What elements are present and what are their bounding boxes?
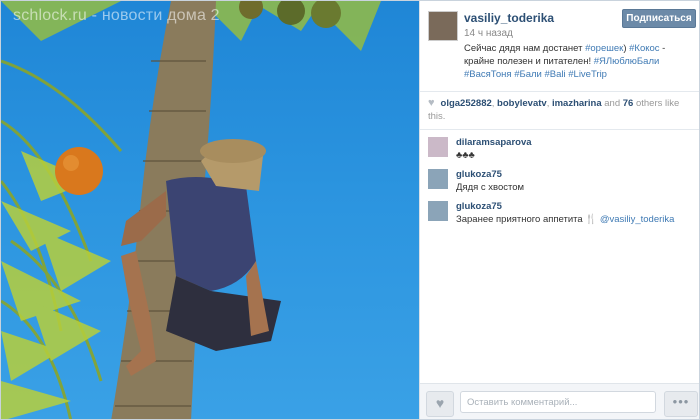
hashtag-link[interactable]: #Кокос [629, 43, 659, 54]
commenter-name[interactable]: dilaramsaparova [456, 137, 532, 148]
divider [420, 129, 699, 130]
commenter-avatar[interactable] [428, 169, 448, 189]
user-avatar[interactable] [428, 11, 458, 41]
like-user[interactable]: olga252882 [441, 98, 492, 109]
post-caption: Сейчас дядя нам достанет #орешек) #Кокос… [464, 42, 694, 81]
post-username[interactable]: vasiliy_toderika [464, 11, 554, 25]
like-button[interactable]: ♥ [426, 391, 454, 417]
commenter-avatar[interactable] [428, 201, 448, 221]
hashtag-link[interactable]: #Бали [514, 69, 542, 80]
post-header: vasiliy_toderika 14 ч назад Подписаться … [420, 1, 699, 89]
heart-icon: ♥ [428, 97, 435, 109]
hashtag-link[interactable]: #LiveTrip [568, 69, 607, 80]
hashtag-link[interactable]: #орешек [585, 43, 623, 54]
coconut-tree-climber-photo [1, 1, 381, 419]
mention-link[interactable]: @vasiliy_toderika [600, 214, 675, 225]
comment-input[interactable] [460, 391, 656, 413]
follow-button[interactable]: Подписаться [622, 9, 696, 28]
post-photo[interactable]: schlock.ru - новости дома 2 [1, 1, 419, 419]
heart-icon: ♥ [435, 395, 445, 411]
post-sidebar: vasiliy_toderika 14 ч назад Подписаться … [419, 1, 699, 419]
commenter-avatar[interactable] [428, 137, 448, 157]
caption-text: Сейчас дядя нам достанет [464, 43, 586, 54]
instagram-embed: schlock.ru - новости дома 2 vasiliy_tode… [0, 0, 700, 420]
comment-text: Заранее приятного аппетита 🍴 @vasiliy_to… [456, 214, 674, 225]
hashtag-link[interactable]: #ВасяТоня [464, 69, 512, 80]
post-time: 14 ч назад [464, 28, 513, 39]
comment-text: Дядя с хвостом [456, 182, 525, 193]
like-user[interactable]: bobylevatv [497, 98, 547, 109]
comment-footer: ♥ ••• [420, 383, 699, 419]
commenter-name[interactable]: glukoza75 [456, 201, 502, 212]
likes-count[interactable]: 76 [623, 98, 634, 109]
like-user[interactable]: imazharina [552, 98, 602, 109]
divider [420, 91, 699, 92]
commenter-name[interactable]: glukoza75 [456, 169, 502, 180]
comment-text: ♣♣♣ [456, 150, 475, 161]
more-options-button[interactable]: ••• [664, 391, 698, 417]
hashtag-link[interactable]: #Bali [544, 69, 565, 80]
watermark-text: schlock.ru - новости дома 2 [13, 7, 220, 24]
hashtag-link[interactable]: #ЯЛюблюБали [594, 56, 660, 67]
likes-and: and [604, 98, 621, 109]
likes-summary: ♥ olga252882, bobylevatv, imazharina and … [428, 97, 696, 123]
comment-body: Заранее приятного аппетита 🍴 [456, 214, 600, 225]
